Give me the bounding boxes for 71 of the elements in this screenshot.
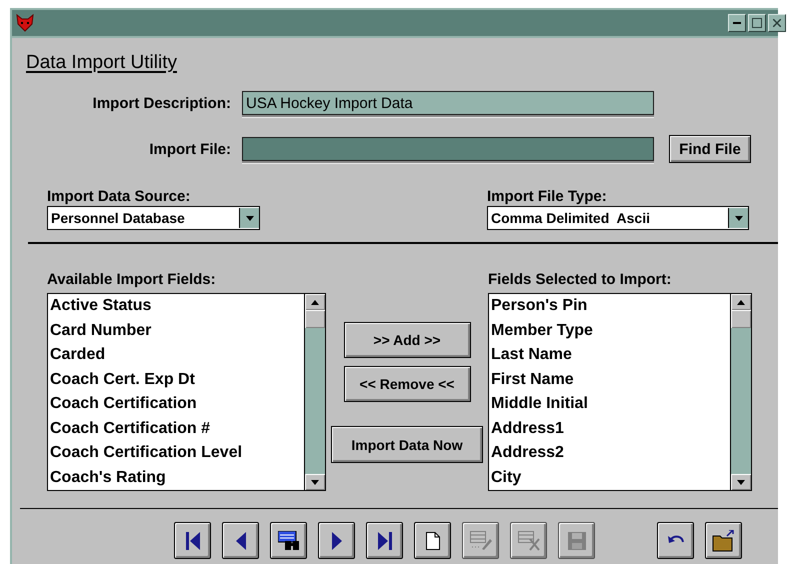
scroll-thumb[interactable] xyxy=(731,310,751,328)
file-field[interactable] xyxy=(242,137,654,161)
down-arrow-icon xyxy=(311,480,319,484)
data-source-dropdown[interactable]: Personnel Database xyxy=(47,206,260,230)
available-fields-list[interactable]: Active Status Card Number Carded Coach Cert. Exp Dt Coach Certification Coach Certification # Coach Certification Level Coach's Rating xyxy=(47,293,326,491)
scrollbar[interactable] xyxy=(730,294,751,490)
list-item[interactable]: Coach Certification xyxy=(50,392,302,416)
selected-fields-list[interactable]: Person's Pin Member Type Last Name First Name Middle Initial Address1 Address2 City xyxy=(488,293,752,491)
undo-button[interactable] xyxy=(657,522,694,559)
list-label: Available Import Fields: xyxy=(47,272,216,287)
previous-button[interactable] xyxy=(222,522,259,559)
last-record-icon xyxy=(378,532,392,550)
scroll-thumb[interactable] xyxy=(305,310,325,328)
list-item[interactable]: City xyxy=(491,466,728,490)
description-field[interactable]: USA Hockey Import Data xyxy=(242,91,654,115)
field-label: Import File: xyxy=(148,140,231,158)
list-item[interactable]: Active Status xyxy=(50,294,302,318)
list-item[interactable]: Coach's Rating xyxy=(50,466,302,490)
maximize-icon xyxy=(752,18,762,28)
new-record-button[interactable] xyxy=(414,522,451,559)
delete-record-icon xyxy=(518,530,540,550)
next-icon xyxy=(332,532,342,550)
list-item[interactable]: Coach Certification Level xyxy=(50,441,302,466)
scroll-up-button[interactable] xyxy=(305,294,325,310)
field-label: Import Data Source: xyxy=(47,189,190,204)
list-item[interactable]: Address2 xyxy=(491,441,728,466)
up-arrow-icon xyxy=(311,300,319,304)
maximize-button[interactable] xyxy=(748,14,766,32)
scroll-up-button[interactable] xyxy=(731,294,751,310)
remove-button[interactable]: << Remove << xyxy=(344,366,470,402)
scroll-down-button[interactable] xyxy=(731,474,751,490)
import-data-button[interactable]: Import Data Now xyxy=(331,426,483,463)
down-arrow-icon xyxy=(737,480,745,484)
close-icon xyxy=(773,19,781,27)
folder-icon xyxy=(712,530,736,552)
up-arrow-icon xyxy=(737,300,745,304)
minimize-icon xyxy=(733,22,741,24)
down-arrow-icon xyxy=(246,216,254,220)
next-button[interactable] xyxy=(318,522,355,559)
file-type-dropdown[interactable]: Comma Delimited Ascii xyxy=(487,206,749,230)
fox-icon xyxy=(16,14,34,32)
list-label: Fields Selected to Import: xyxy=(488,272,672,287)
page-title: Data Import Utility xyxy=(26,52,178,74)
list-item[interactable]: Coach Cert. Exp Dt xyxy=(50,368,302,392)
list-item[interactable]: Person's Pin xyxy=(491,294,728,318)
previous-icon xyxy=(236,532,246,550)
scrollbar[interactable] xyxy=(304,294,325,490)
list-item[interactable]: Member Type xyxy=(491,318,728,343)
list-item[interactable]: Address1 xyxy=(491,416,728,441)
last-record-button[interactable] xyxy=(366,522,403,559)
minimize-button[interactable] xyxy=(728,14,746,32)
blank-page-icon xyxy=(426,532,440,550)
field-label: Import Description: xyxy=(92,94,231,112)
field-label: Import File Type: xyxy=(487,189,607,204)
edit-record-icon xyxy=(470,530,492,550)
list-item[interactable]: First Name xyxy=(491,368,728,392)
list-item[interactable]: Carded xyxy=(50,343,302,368)
binoculars-icon xyxy=(278,530,300,550)
list-item[interactable]: Last Name xyxy=(491,343,728,368)
find-file-button[interactable]: Find File xyxy=(669,135,751,163)
find-button[interactable] xyxy=(270,522,307,559)
list-item[interactable]: Card Number xyxy=(50,318,302,343)
down-arrow-icon xyxy=(734,216,742,220)
open-button[interactable] xyxy=(705,522,742,559)
close-button[interactable] xyxy=(768,14,786,32)
list-item[interactable]: Coach Certification # xyxy=(50,416,302,441)
first-record-button[interactable] xyxy=(174,522,211,559)
list-item[interactable]: Middle Initial xyxy=(491,392,728,416)
add-button[interactable]: >> Add >> xyxy=(344,322,470,358)
first-record-icon xyxy=(186,532,200,550)
scroll-down-button[interactable] xyxy=(305,474,325,490)
